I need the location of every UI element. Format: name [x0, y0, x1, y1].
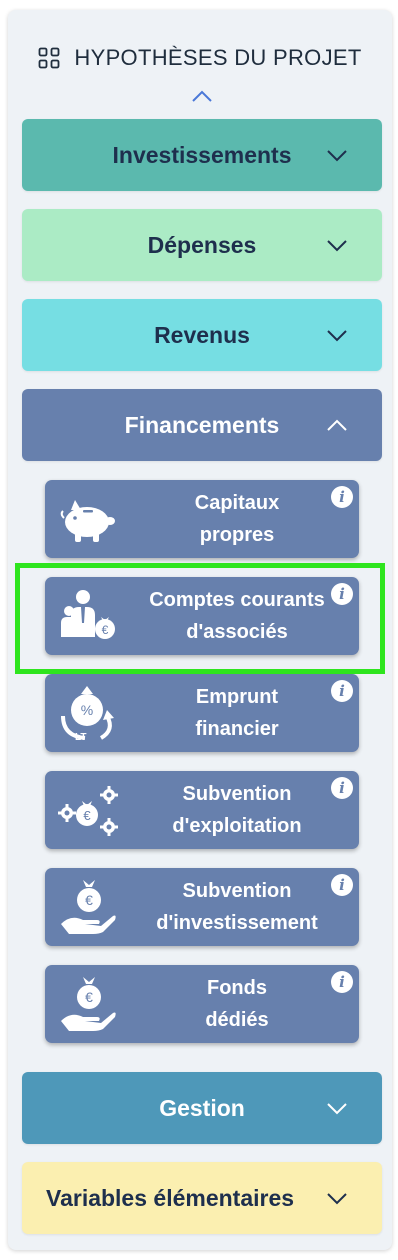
panel-header: HYPOTHÈSES DU PROJET — [8, 38, 392, 78]
info-icon[interactable]: i — [331, 680, 353, 702]
financement-item-label: Subvention d'exploitation — [172, 783, 302, 837]
financement-item-label: Fonds dédiés — [205, 977, 269, 1031]
page-title: HYPOTHÈSES DU PROJET — [74, 45, 362, 70]
category-gestion[interactable]: Gestion — [22, 1072, 382, 1144]
svg-text:%: % — [81, 702, 93, 718]
chevron-down-icon — [327, 330, 347, 342]
svg-text:€: € — [85, 892, 93, 908]
category-label: Revenus — [154, 321, 250, 348]
financement-item-subvention-investissement[interactable]: € Subvention d'investissement i — [45, 868, 359, 946]
svg-text:€: € — [85, 989, 93, 1005]
svg-text:LT: LT — [75, 732, 86, 743]
piggy-bank-icon — [60, 500, 115, 542]
category-label: Dépenses — [147, 231, 257, 258]
category-depenses[interactable]: Dépenses — [22, 209, 382, 281]
hypotheses-panel: HYPOTHÈSES DU PROJET Investissements Dép… — [8, 10, 392, 1250]
category-label: Variables élémentaires — [46, 1184, 295, 1211]
financement-item-subvention-exploitation[interactable]: € Subvention d'exploitation i — [45, 771, 359, 849]
info-icon[interactable]: i — [331, 486, 353, 508]
loan-percent-icon: % LT — [61, 686, 114, 743]
financement-item-emprunt-financier[interactable]: % LT Emprunt financier i — [45, 674, 359, 752]
category-label: Financements — [124, 411, 280, 438]
partners-money-icon: € — [61, 590, 115, 639]
category-financements[interactable]: Financements — [22, 389, 382, 461]
chevron-up-icon — [327, 419, 347, 431]
financement-item-label: Capitaux propres — [194, 492, 280, 546]
financement-item-label: Comptes courants d'associés — [149, 589, 325, 643]
gears-money-icon: € — [58, 786, 118, 836]
chevron-down-icon — [327, 1103, 347, 1115]
category-revenus[interactable]: Revenus — [22, 299, 382, 371]
chevron-down-icon — [327, 150, 347, 162]
chevron-down-icon — [327, 240, 347, 252]
info-icon[interactable]: i — [331, 777, 353, 799]
financement-item-capitaux-propres[interactable]: Capitaux propres i — [45, 480, 359, 558]
svg-text:€: € — [102, 623, 109, 637]
hand-money-bag-icon: € — [61, 880, 116, 934]
hand-money-bag-icon: € — [61, 977, 116, 1031]
chevron-down-icon — [327, 1193, 347, 1205]
category-investissements[interactable]: Investissements — [22, 119, 382, 191]
chevron-up-icon[interactable] — [191, 86, 213, 106]
svg-text:€: € — [83, 808, 91, 823]
category-label: Investissements — [112, 141, 292, 168]
category-label: Gestion — [159, 1094, 245, 1121]
financement-item-comptes-courants-associes[interactable]: € Comptes courants d'associés i — [45, 577, 359, 655]
info-icon[interactable]: i — [331, 971, 353, 993]
financement-item-label: Emprunt financier — [195, 686, 279, 740]
info-icon[interactable]: i — [331, 874, 353, 896]
category-variables-elementaires[interactable]: Variables élémentaires — [22, 1162, 382, 1234]
info-icon[interactable]: i — [331, 583, 353, 605]
financement-item-label: Subvention d'investissement — [156, 880, 318, 934]
grid-icon — [39, 47, 60, 69]
financement-item-fonds-dedies[interactable]: € Fonds dédiés i — [45, 965, 359, 1043]
